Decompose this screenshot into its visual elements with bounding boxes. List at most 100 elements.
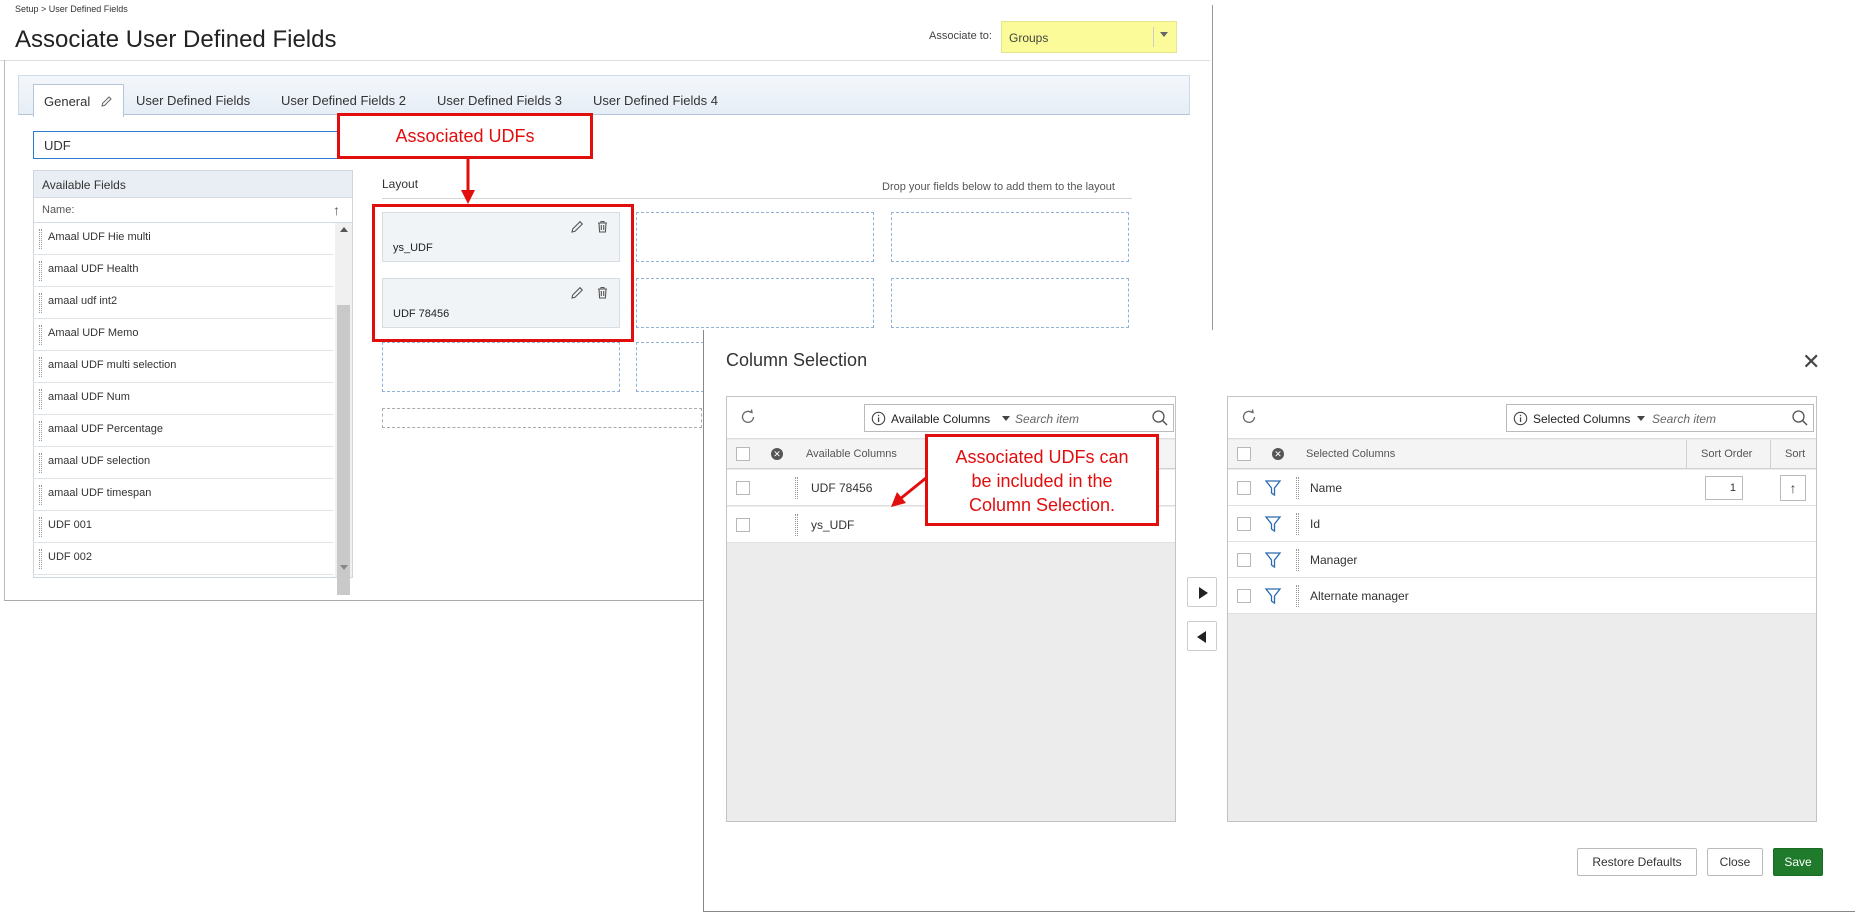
filter-input[interactable]: UDF [33,131,353,159]
page-title: Associate User Defined Fields [15,26,337,53]
search-icon[interactable] [1791,409,1809,432]
drag-handle-icon[interactable] [1296,585,1299,607]
filter-icon[interactable] [1264,478,1282,501]
filter-icon[interactable] [1264,514,1282,537]
available-columns-dropdown[interactable]: Available Columns [891,412,990,426]
drag-handle-icon[interactable] [39,229,42,249]
select-separator [1153,27,1154,47]
refresh-icon[interactable] [739,408,757,431]
row-checkbox[interactable] [736,481,750,495]
layout-drop-slot[interactable] [636,212,874,262]
caret-down-icon[interactable] [1637,416,1645,421]
available-search-box[interactable]: Available Columns Search item [864,404,1174,432]
available-field-row[interactable]: Amaal UDF Memo [34,319,334,351]
row-checkbox[interactable] [1237,589,1251,603]
restore-defaults-button[interactable]: Restore Defaults [1577,848,1697,876]
available-field-row[interactable]: amaal UDF selection [34,447,334,479]
drag-handle-icon[interactable] [39,293,42,313]
drag-handle-icon[interactable] [39,453,42,473]
selected-columns-dropdown[interactable]: Selected Columns [1533,412,1630,426]
selected-column-row[interactable]: Id [1228,506,1816,542]
move-left-button[interactable] [1187,621,1217,651]
layout-drop-slot[interactable] [636,278,874,328]
layout-drop-slot[interactable] [382,342,620,392]
sort-by-name-header[interactable]: Name: [34,199,352,223]
search-placeholder[interactable]: Search item [1652,412,1716,426]
selected-columns-grid: Selected Columns Search item ✕ Selected … [1227,396,1817,822]
move-right-button[interactable] [1187,577,1217,607]
tab-user-defined-fields-2[interactable]: User Defined Fields 2 [281,84,406,116]
tab-user-defined-fields-3[interactable]: User Defined Fields 3 [437,84,562,116]
tab-user-defined-fields[interactable]: User Defined Fields [136,84,250,116]
drag-handle-icon[interactable] [39,325,42,345]
available-field-label: amaal UDF selection [48,455,151,467]
refresh-icon[interactable] [1240,408,1258,431]
layout-drop-row[interactable] [382,408,702,428]
info-icon[interactable] [1513,411,1528,431]
select-all-checkbox[interactable] [736,447,750,461]
sort-ascending-icon[interactable]: ↑ [1780,475,1806,501]
column-name: UDF 78456 [811,481,873,495]
save-button[interactable]: Save [1773,848,1823,876]
drag-handle-icon[interactable] [39,389,42,409]
row-checkbox[interactable] [1237,481,1251,495]
callout-associated-udfs: Associated UDFs [337,113,593,159]
available-fields-title: Available Fields [34,171,352,198]
selected-column-row[interactable]: Alternate manager [1228,578,1816,614]
search-icon[interactable] [1151,409,1169,432]
select-all-checkbox[interactable] [1237,447,1251,461]
tab-general[interactable]: General [33,84,124,117]
tab-user-defined-fields-4[interactable]: User Defined Fields 4 [593,84,718,116]
row-checkbox[interactable] [1237,517,1251,531]
scroll-down-icon[interactable] [340,565,348,570]
available-field-label: UDF 002 [48,551,93,563]
selected-search-box[interactable]: Selected Columns Search item [1506,404,1814,432]
sort-order-input[interactable]: 1 [1705,476,1743,500]
tab-label: General [44,94,91,109]
selected-column-row[interactable]: Name 1 ↑ [1228,470,1816,506]
available-field-row[interactable]: amaal udf int2 [34,287,334,319]
breadcrumb[interactable]: Setup > User Defined Fields [15,4,128,14]
drag-handle-icon[interactable] [39,517,42,537]
drag-handle-icon[interactable] [1296,513,1299,535]
scroll-up-icon[interactable] [340,227,348,232]
available-field-row[interactable]: amaal UDF timespan [34,479,334,511]
callout-arrow [891,476,927,507]
associate-to-select[interactable]: Groups [1001,21,1177,53]
available-field-row[interactable]: amaal UDF Percentage [34,415,334,447]
available-field-row[interactable]: amaal UDF Num [34,383,334,415]
available-field-row[interactable]: amaal UDF Health [34,255,334,287]
filter-icon[interactable] [1264,550,1282,573]
layout-drop-slot[interactable] [891,212,1129,262]
available-field-row[interactable]: UDF 001 [34,511,334,543]
drag-handle-icon[interactable] [39,261,42,281]
available-field-row[interactable]: Amaal UDF Hie multi [34,223,334,255]
clear-icon[interactable]: ✕ [771,448,783,460]
available-field-row[interactable]: amaal UDF multi selection [34,351,334,383]
info-icon[interactable] [871,411,886,431]
drag-handle-icon[interactable] [1296,549,1299,571]
arrow-up-icon[interactable]: ↑ [333,202,340,218]
drag-handle-icon[interactable] [1296,477,1299,499]
drag-handle-icon[interactable] [795,477,798,499]
clear-icon[interactable]: ✕ [1272,448,1284,460]
associate-to-value: Groups [1009,31,1049,45]
caret-down-icon[interactable] [1002,416,1010,421]
row-checkbox[interactable] [1237,553,1251,567]
close-button[interactable]: Close [1707,848,1763,876]
row-checkbox[interactable] [736,518,750,532]
search-placeholder[interactable]: Search item [1015,412,1079,426]
filter-icon[interactable] [1264,586,1282,609]
dialog-title: Column Selection [726,350,868,370]
available-field-row[interactable]: UDF 002 [34,543,334,575]
drag-handle-icon[interactable] [39,485,42,505]
layout-drop-slot[interactable] [891,278,1129,328]
scrollbar-thumb[interactable] [337,305,350,595]
drag-handle-icon[interactable] [39,357,42,377]
scrollbar[interactable] [335,223,352,595]
drag-handle-icon[interactable] [795,514,798,536]
drag-handle-icon[interactable] [39,549,42,569]
selected-column-row[interactable]: Manager [1228,542,1816,578]
close-icon[interactable]: ✕ [1802,351,1820,373]
drag-handle-icon[interactable] [39,421,42,441]
